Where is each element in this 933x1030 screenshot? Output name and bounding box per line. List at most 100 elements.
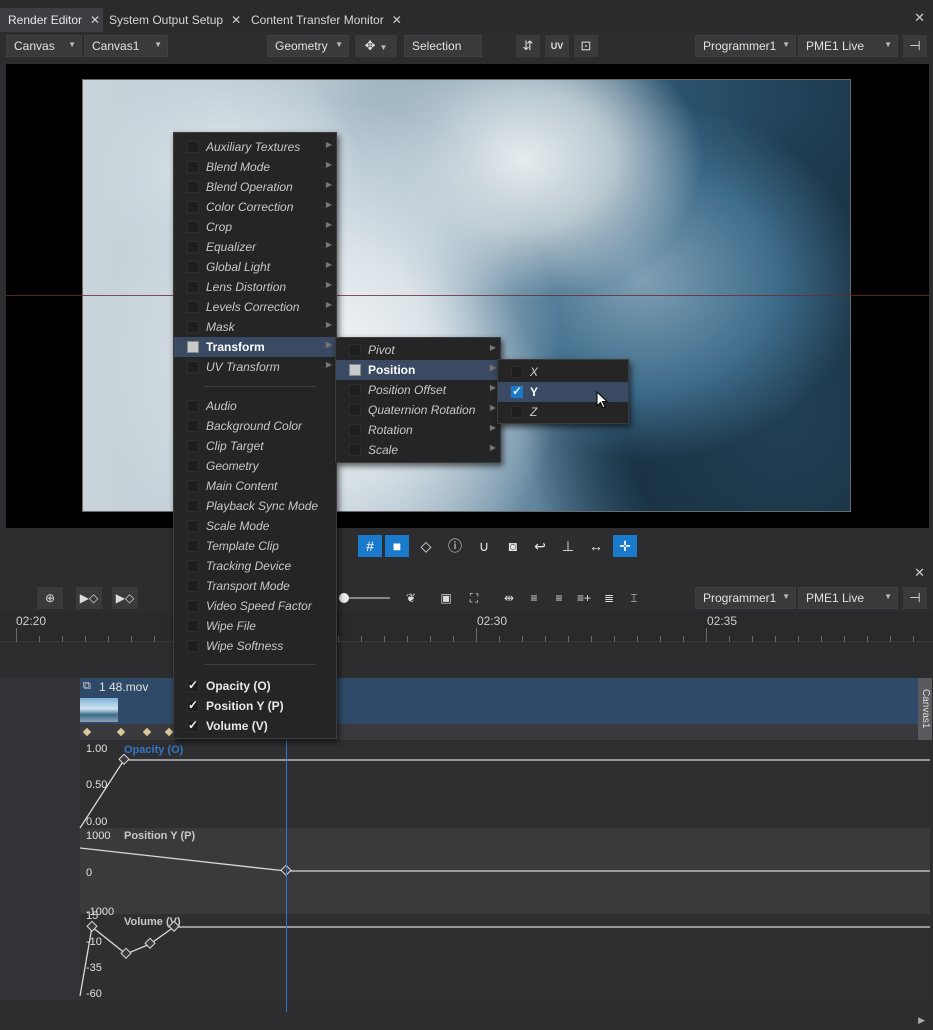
keyframe-marker bbox=[118, 753, 130, 765]
chevron-right-icon: ▶ bbox=[489, 403, 496, 412]
clip-keyframe bbox=[82, 727, 92, 737]
menu-item-uv-transform[interactable]: UV Transform ▶ bbox=[174, 357, 336, 377]
menu-item-label: Scale Mode bbox=[206, 519, 270, 533]
menu-item-opacity-o[interactable]: Opacity (O) bbox=[174, 676, 336, 696]
checkbox[interactable] bbox=[187, 620, 199, 632]
menu-item-scale[interactable]: Scale ▶ bbox=[336, 440, 500, 460]
checkbox[interactable] bbox=[187, 600, 199, 612]
checkbox[interactable] bbox=[187, 698, 199, 712]
checkbox[interactable] bbox=[187, 201, 199, 213]
menu-item-label: X bbox=[530, 365, 539, 379]
chevron-right-icon: ▶ bbox=[325, 220, 332, 229]
checkbox[interactable] bbox=[187, 520, 199, 532]
mouse-cursor-icon bbox=[596, 391, 609, 409]
menu-item-auxiliary-textures[interactable]: Auxiliary Textures ▶ bbox=[174, 137, 336, 157]
checkbox[interactable] bbox=[187, 718, 199, 732]
curve-layer bbox=[79, 727, 930, 997]
menu-item-label: Volume (V) bbox=[206, 719, 268, 733]
timeline-scrollbar[interactable]: ▶ bbox=[0, 1012, 933, 1030]
menu-item-audio[interactable]: Audio bbox=[174, 396, 336, 416]
checkbox[interactable] bbox=[187, 420, 199, 432]
checkbox[interactable] bbox=[187, 500, 199, 512]
menu-item-levels-correction[interactable]: Levels Correction ▶ bbox=[174, 297, 336, 317]
menu-item-transform[interactable]: Transform ▶ bbox=[174, 337, 336, 357]
menu-item-pivot[interactable]: Pivot ▶ bbox=[336, 340, 500, 360]
scroll-right-icon[interactable]: ▶ bbox=[918, 1015, 925, 1026]
checkbox[interactable] bbox=[511, 384, 523, 398]
chevron-right-icon: ▶ bbox=[489, 363, 496, 372]
menu-item-mask[interactable]: Mask ▶ bbox=[174, 317, 336, 337]
checkbox[interactable] bbox=[187, 560, 199, 572]
menu-item-label: Global Light bbox=[206, 260, 271, 274]
menu-item-label: Equalizer bbox=[206, 240, 257, 254]
checkbox[interactable] bbox=[187, 678, 199, 692]
checkbox[interactable] bbox=[511, 366, 523, 378]
context-menu-main: Auxiliary Textures ▶ Blend Mode ▶ Blend Oper… bbox=[173, 132, 337, 739]
menu-item-blend-operation[interactable]: Blend Operation ▶ bbox=[174, 177, 336, 197]
menu-item-x[interactable]: X bbox=[498, 362, 628, 382]
checkbox[interactable] bbox=[187, 161, 199, 173]
chevron-right-icon: ▶ bbox=[489, 383, 496, 392]
menu-item-label: Transform bbox=[206, 340, 265, 354]
checkbox[interactable] bbox=[187, 281, 199, 293]
clip-keyframe bbox=[116, 727, 126, 737]
menu-item-lens-distortion[interactable]: Lens Distortion ▶ bbox=[174, 277, 336, 297]
menu-item-template-clip[interactable]: Template Clip bbox=[174, 536, 336, 556]
menu-item-equalizer[interactable]: Equalizer ▶ bbox=[174, 237, 336, 257]
menu-item-label: Y bbox=[530, 385, 539, 399]
checkbox[interactable] bbox=[187, 460, 199, 472]
checkbox[interactable] bbox=[187, 440, 199, 452]
menu-item-playback-sync-mode[interactable]: Playback Sync Mode bbox=[174, 496, 336, 516]
checkbox[interactable] bbox=[349, 404, 361, 416]
menu-item-position[interactable]: Position ▶ bbox=[336, 360, 500, 380]
menu-item-clip-target[interactable]: Clip Target bbox=[174, 436, 336, 456]
menu-item-main-content[interactable]: Main Content bbox=[174, 476, 336, 496]
checkbox[interactable] bbox=[187, 480, 199, 492]
position-y-curve bbox=[79, 847, 930, 872]
menu-item-position-y-p[interactable]: Position Y (P) bbox=[174, 696, 336, 716]
checkbox[interactable] bbox=[187, 141, 199, 153]
checkbox[interactable] bbox=[187, 241, 199, 253]
menu-item-tracking-device[interactable]: Tracking Device bbox=[174, 556, 336, 576]
menu-item-wipe-softness[interactable]: Wipe Softness bbox=[174, 636, 336, 656]
menu-item-scale-mode[interactable]: Scale Mode bbox=[174, 516, 336, 536]
chevron-right-icon: ▶ bbox=[325, 340, 332, 349]
checkbox[interactable] bbox=[187, 640, 199, 652]
checkbox[interactable] bbox=[187, 221, 199, 233]
menu-item-label: Auxiliary Textures bbox=[206, 140, 301, 154]
menu-item-geometry[interactable]: Geometry bbox=[174, 456, 336, 476]
menu-item-label: Lens Distortion bbox=[206, 280, 287, 294]
checkbox[interactable] bbox=[187, 540, 199, 552]
checkbox[interactable] bbox=[349, 344, 361, 356]
checkbox[interactable] bbox=[187, 580, 199, 592]
menu-item-transport-mode[interactable]: Transport Mode bbox=[174, 576, 336, 596]
checkbox[interactable] bbox=[349, 444, 361, 456]
checkbox[interactable] bbox=[187, 321, 199, 333]
menu-item-label: Quaternion Rotation bbox=[368, 403, 476, 417]
checkbox[interactable] bbox=[187, 400, 199, 412]
menu-item-blend-mode[interactable]: Blend Mode ▶ bbox=[174, 157, 336, 177]
menu-item-crop[interactable]: Crop ▶ bbox=[174, 217, 336, 237]
menu-item-rotation[interactable]: Rotation ▶ bbox=[336, 420, 500, 440]
menu-item-wipe-file[interactable]: Wipe File bbox=[174, 616, 336, 636]
menu-item-color-correction[interactable]: Color Correction ▶ bbox=[174, 197, 336, 217]
checkbox[interactable] bbox=[187, 181, 199, 193]
menu-item-global-light[interactable]: Global Light ▶ bbox=[174, 257, 336, 277]
checkbox[interactable] bbox=[349, 364, 361, 376]
menu-item-quaternion-rotation[interactable]: Quaternion Rotation ▶ bbox=[336, 400, 500, 420]
checkbox[interactable] bbox=[187, 261, 199, 273]
checkbox[interactable] bbox=[511, 406, 523, 418]
menu-item-position-offset[interactable]: Position Offset ▶ bbox=[336, 380, 500, 400]
checkbox[interactable] bbox=[349, 424, 361, 436]
opacity-curve bbox=[79, 759, 930, 829]
chevron-right-icon: ▶ bbox=[325, 200, 332, 209]
checkbox[interactable] bbox=[187, 361, 199, 373]
checkbox[interactable] bbox=[187, 341, 199, 353]
menu-item-background-color[interactable]: Background Color bbox=[174, 416, 336, 436]
playhead[interactable] bbox=[286, 740, 287, 1012]
menu-item-label: Wipe File bbox=[206, 619, 256, 633]
menu-item-video-speed-factor[interactable]: Video Speed Factor bbox=[174, 596, 336, 616]
checkbox[interactable] bbox=[349, 384, 361, 396]
menu-item-volume-v[interactable]: Volume (V) bbox=[174, 716, 336, 736]
checkbox[interactable] bbox=[187, 301, 199, 313]
